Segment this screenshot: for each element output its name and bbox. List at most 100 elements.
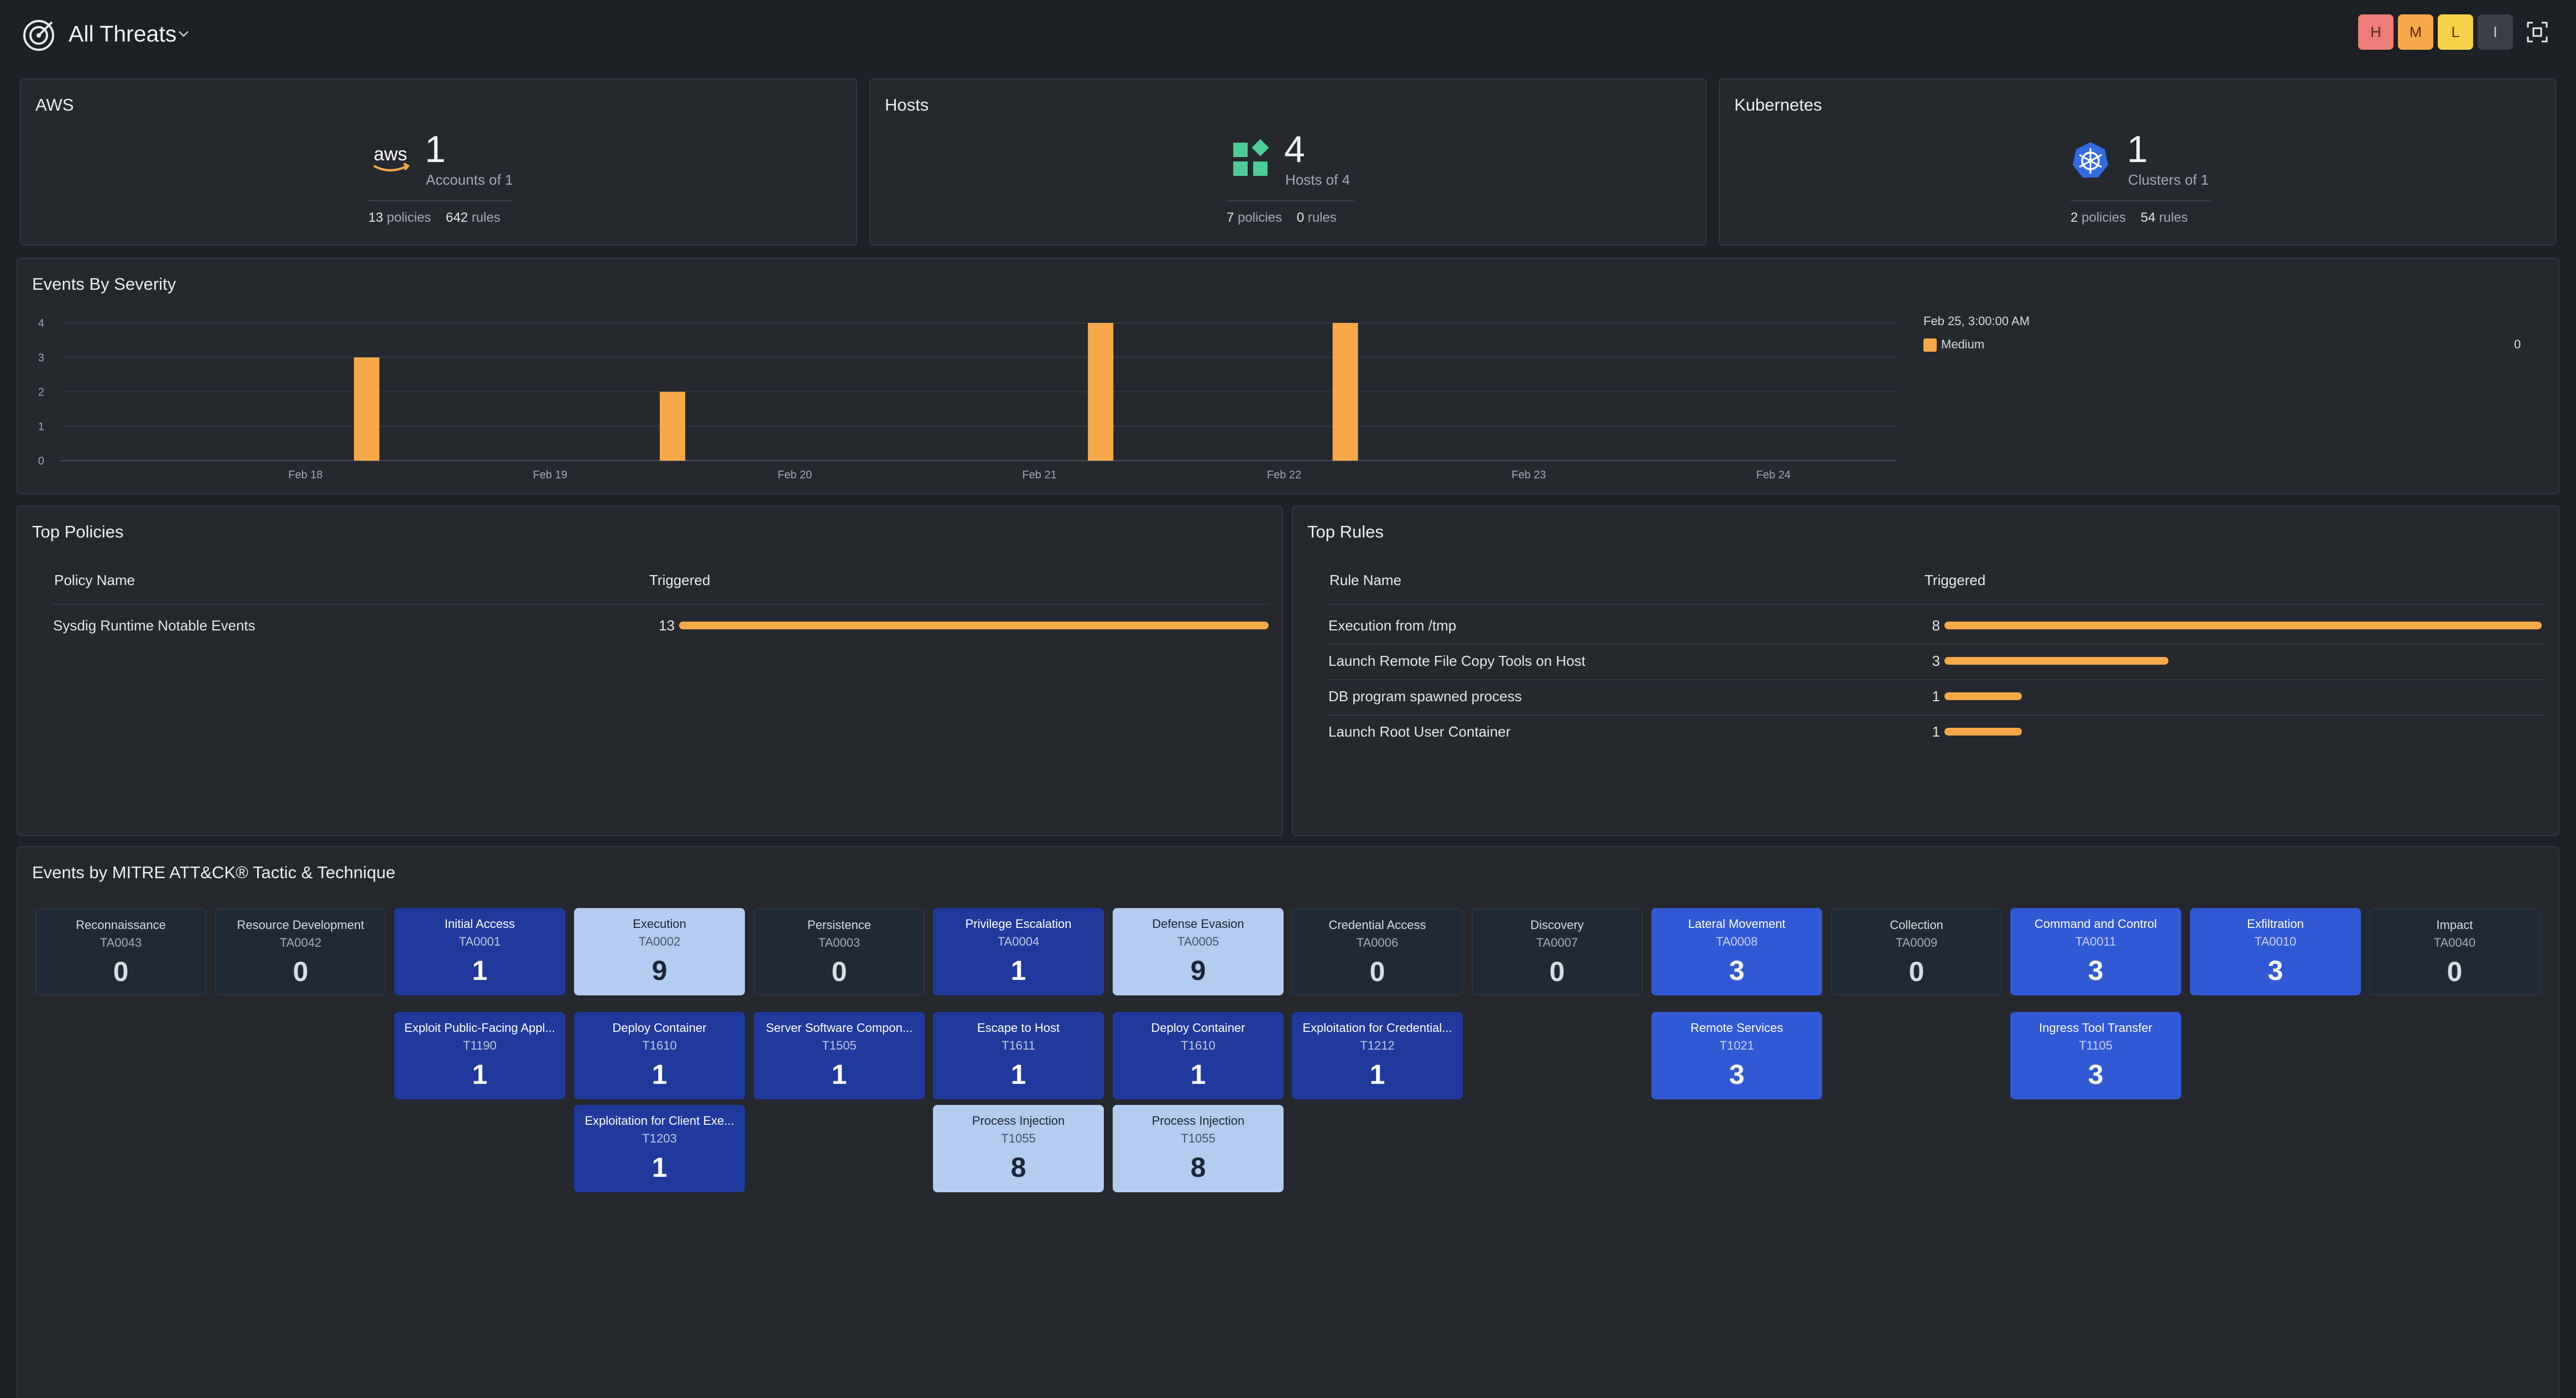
y-tick-label: 0 <box>38 455 44 467</box>
card-id: TA0042 <box>279 936 322 950</box>
card-count: 9 <box>1190 955 1206 986</box>
card-name: Credential Access <box>1328 918 1426 932</box>
row-count: 8 <box>1932 617 1940 634</box>
column-header-rule-name[interactable]: Rule Name <box>1329 572 1401 589</box>
row-name[interactable]: Launch Remote File Copy Tools on Host <box>1328 653 1586 670</box>
card-name: Command and Control <box>2034 917 2157 931</box>
technique-card[interactable]: Escape to Host T1611 1 <box>933 1012 1104 1099</box>
card-count: 1 <box>1190 1059 1206 1090</box>
row-name[interactable]: Launch Root User Container <box>1328 723 1511 740</box>
card-id: TA0010 <box>2254 935 2297 948</box>
y-tick-label: 2 <box>38 387 44 399</box>
triggered-bar <box>1944 692 2022 700</box>
column-header-triggered[interactable]: Triggered <box>1925 572 1985 589</box>
column-header-policy-name[interactable]: Policy Name <box>54 572 135 589</box>
legend-value: 0 <box>2514 337 2521 351</box>
technique-card[interactable]: Exploitation for Client Exe... T1203 1 <box>574 1105 745 1192</box>
legend-swatch <box>1923 338 1937 352</box>
card-id: TA0008 <box>1715 935 1758 948</box>
tactic-card[interactable]: Collection TA0009 0 <box>1831 908 2002 995</box>
triggered-bar <box>1944 622 2542 629</box>
triggered-bar <box>1944 728 2022 735</box>
card-id: TA0009 <box>1895 936 1938 950</box>
tactic-card[interactable]: Command and Control TA0011 3 <box>2010 908 2181 995</box>
y-tick-label: 1 <box>38 421 44 433</box>
card-name: Exploitation for Credential... <box>1302 1021 1452 1035</box>
card-id: T1203 <box>642 1131 677 1145</box>
card-id: TA0007 <box>1536 936 1578 950</box>
card-count: 1 <box>472 955 488 986</box>
card-count: 3 <box>2088 1059 2104 1090</box>
card-id: TA0005 <box>1177 935 1219 948</box>
tactic-card[interactable]: Impact TA0040 0 <box>2369 908 2540 995</box>
technique-card[interactable]: Exploitation for Credential... T1212 1 <box>1292 1012 1463 1099</box>
card-id: T1610 <box>642 1039 677 1052</box>
x-tick-label: Feb 22 <box>1267 469 1301 481</box>
severity-chart[interactable]: 0 1 2 3 4 Feb 18 Feb 19 Feb 20 Feb 21 Feb 22 Feb 2… <box>0 0 2576 498</box>
chart-bar[interactable] <box>354 357 379 461</box>
card-count: 1 <box>472 1059 488 1090</box>
chart-bar[interactable] <box>1332 323 1358 461</box>
card-name: Exploit Public-Facing Appl... <box>404 1021 555 1035</box>
card-id: TA0006 <box>1356 936 1399 950</box>
x-tick-label: Feb 18 <box>288 469 322 481</box>
tactic-card[interactable]: Execution TA0002 9 <box>574 908 745 995</box>
card-id: TA0040 <box>2433 936 2476 950</box>
card-count: 3 <box>2088 955 2104 986</box>
card-count: 1 <box>1010 1059 1026 1090</box>
card-id: T1505 <box>822 1039 857 1052</box>
chart-bar[interactable] <box>660 392 685 461</box>
x-tick-label: Feb 24 <box>1756 469 1791 481</box>
card-name: Discovery <box>1530 918 1584 932</box>
x-tick-label: Feb 20 <box>778 469 812 481</box>
technique-card[interactable]: Deploy Container T1610 1 <box>574 1012 745 1099</box>
tactic-card[interactable]: Persistence TA0003 0 <box>754 908 925 995</box>
tactic-card[interactable]: Privilege Escalation TA0004 1 <box>933 908 1104 995</box>
card-count: 1 <box>1369 1059 1385 1090</box>
x-tick-label: Feb 21 <box>1022 469 1056 481</box>
tactic-card[interactable]: Reconnaissance TA0043 0 <box>35 908 206 995</box>
card-name: Ingress Tool Transfer <box>2038 1021 2153 1035</box>
legend-date: Feb 25, 3:00:00 AM <box>1923 314 2030 328</box>
tactic-card[interactable]: Resource Development TA0042 0 <box>215 908 386 995</box>
card-name: Persistence <box>807 918 871 932</box>
card-count: 0 <box>831 956 847 987</box>
chart-bar[interactable] <box>1088 323 1114 461</box>
card-name: Lateral Movement <box>1688 917 1786 931</box>
card-id: T1190 <box>463 1039 497 1052</box>
card-id: T1105 <box>2079 1039 2113 1052</box>
technique-card[interactable]: Process Injection T1055 8 <box>1113 1105 1284 1192</box>
technique-card[interactable]: Deploy Container T1610 1 <box>1113 1012 1284 1099</box>
legend-series-name: Medium <box>1941 337 1985 351</box>
card-id: TA0001 <box>458 935 501 948</box>
column-header-triggered[interactable]: Triggered <box>649 572 710 589</box>
technique-card[interactable]: Server Software Compon... T1505 1 <box>754 1012 925 1099</box>
technique-card[interactable]: Remote Services T1021 3 <box>1651 1012 1822 1099</box>
technique-card[interactable]: Ingress Tool Transfer T1105 3 <box>2010 1012 2181 1099</box>
card-id: T1610 <box>1181 1039 1216 1052</box>
card-name: Process Injection <box>1151 1114 1245 1128</box>
row-name[interactable]: DB program spawned process <box>1328 688 1522 705</box>
row-name[interactable]: Execution from /tmp <box>1328 617 1456 634</box>
row-count: 1 <box>1932 688 1940 705</box>
row-name[interactable]: Sysdig Runtime Notable Events <box>53 617 255 634</box>
tactic-card[interactable]: Discovery TA0007 0 <box>1472 908 1642 995</box>
technique-card[interactable]: Process Injection T1055 8 <box>933 1105 1104 1192</box>
tactic-card[interactable]: Exfiltration TA0010 3 <box>2190 908 2361 995</box>
tactic-card[interactable]: Initial Access TA0001 1 <box>394 908 565 995</box>
card-name: Execution <box>633 917 686 931</box>
card-name: Process Injection <box>972 1114 1065 1128</box>
card-id: TA0003 <box>818 936 861 950</box>
card-id: T1021 <box>1719 1039 1754 1052</box>
card-id: T1611 <box>1002 1039 1035 1052</box>
card-count: 1 <box>651 1152 668 1183</box>
card-name: Impact <box>2436 918 2473 932</box>
tactic-card[interactable]: Defense Evasion TA0005 9 <box>1113 908 1284 995</box>
card-id: T1212 <box>1360 1039 1395 1052</box>
tactic-card[interactable]: Lateral Movement TA0008 3 <box>1651 908 1822 995</box>
card-id: TA0004 <box>997 935 1040 948</box>
row-count: 13 <box>659 617 675 634</box>
tactic-card[interactable]: Credential Access TA0006 0 <box>1292 908 1463 995</box>
card-name: Deploy Container <box>612 1021 707 1035</box>
technique-card[interactable]: Exploit Public-Facing Appl... T1190 1 <box>394 1012 565 1099</box>
